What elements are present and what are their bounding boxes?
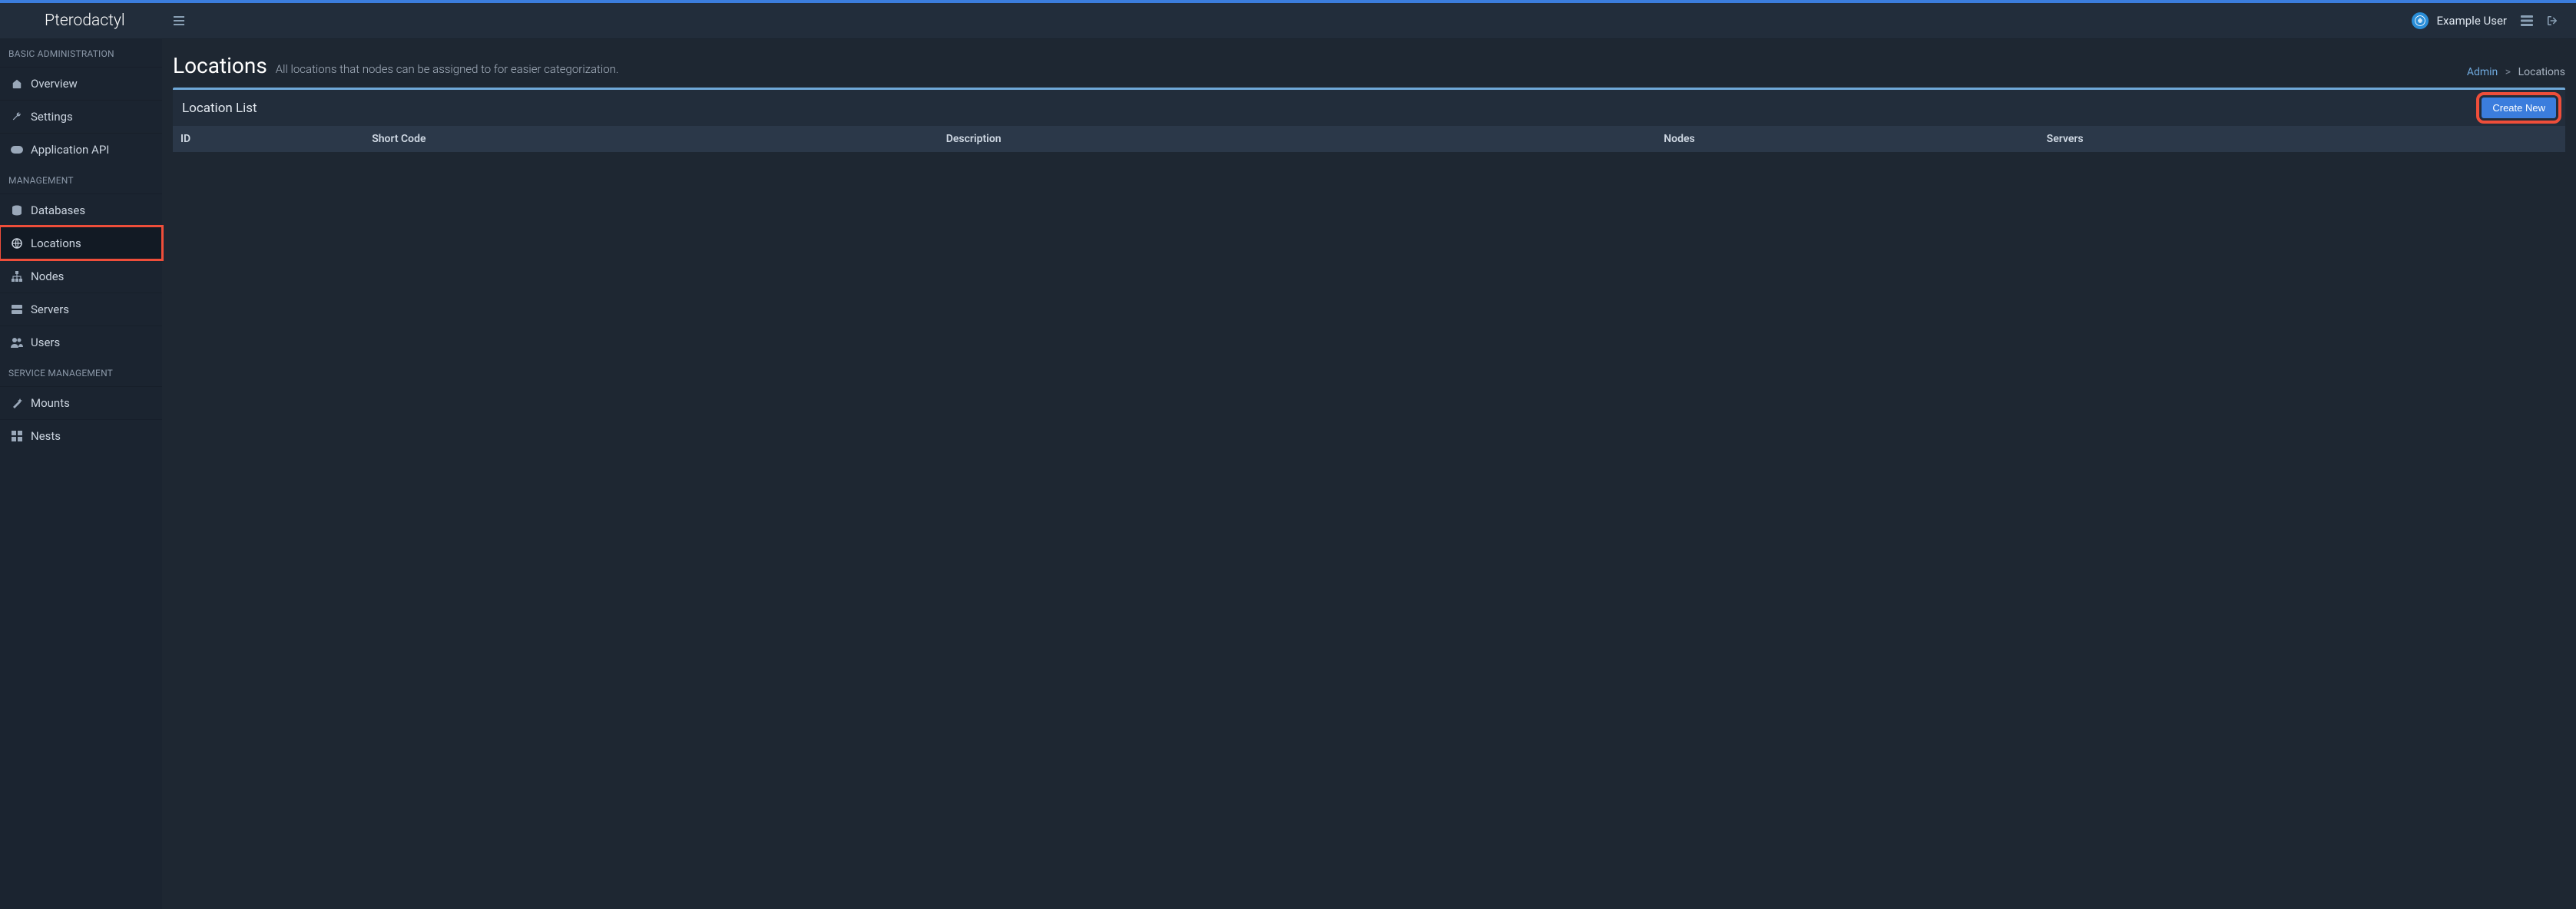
users-icon xyxy=(11,337,23,348)
breadcrumb-separator: > xyxy=(2505,66,2511,78)
sidebar-item-settings[interactable]: Settings xyxy=(0,100,162,133)
layers-icon[interactable] xyxy=(2521,15,2533,26)
location-list-panel: Location List Create New ID Short Code D… xyxy=(173,88,2565,152)
sidebar-item-label: Servers xyxy=(31,302,69,316)
sidebar-item-nodes[interactable]: Nodes xyxy=(0,259,162,293)
locations-table: ID Short Code Description Nodes Servers xyxy=(173,126,2565,152)
th-large-icon xyxy=(11,431,23,441)
server-icon xyxy=(11,304,23,315)
gamepad-icon xyxy=(11,146,23,154)
sidebar-item-label: Locations xyxy=(31,236,81,250)
user-menu[interactable]: Example User xyxy=(2412,12,2507,29)
table-header-row: ID Short Code Description Nodes Servers xyxy=(173,126,2565,152)
brand-area: Pterodactyl xyxy=(0,3,162,38)
avatar xyxy=(2412,12,2429,29)
sidebar-item-users[interactable]: Users xyxy=(0,326,162,359)
sidebar-item-label: Overview xyxy=(31,77,78,91)
sidebar-section-header: MANAGEMENT xyxy=(0,166,162,193)
sidebar-item-label: Nodes xyxy=(31,269,64,283)
sidebar-item-locations[interactable]: Locations xyxy=(0,226,162,259)
column-servers: Servers xyxy=(2039,126,2565,152)
create-new-button[interactable]: Create New xyxy=(2482,98,2556,118)
column-description: Description xyxy=(939,126,1657,152)
sidebar-item-servers[interactable]: Servers xyxy=(0,293,162,326)
page-title: Locations xyxy=(173,53,267,78)
menu-icon xyxy=(174,16,184,25)
breadcrumb-root[interactable]: Admin xyxy=(2467,66,2498,78)
page-subtitle: All locations that nodes can be assigned… xyxy=(276,62,619,76)
sidebar-section-header: BASIC ADMINISTRATION xyxy=(0,39,162,67)
main-content: Locations All locations that nodes can b… xyxy=(162,39,2576,909)
page-title-wrap: Locations All locations that nodes can b… xyxy=(173,53,619,78)
brand-label[interactable]: Pterodactyl xyxy=(45,12,125,30)
sidebar-item-label: Mounts xyxy=(31,396,70,410)
column-id: ID xyxy=(173,126,364,152)
sidebar-item-label: Databases xyxy=(31,203,85,217)
sidebar-item-label: Settings xyxy=(31,110,73,124)
database-icon xyxy=(11,205,23,216)
magic-icon xyxy=(11,398,23,408)
sidebar-item-mounts[interactable]: Mounts xyxy=(0,386,162,419)
column-short-code: Short Code xyxy=(364,126,939,152)
header-right: Example User xyxy=(2412,3,2576,38)
sidebar-item-overview[interactable]: Overview xyxy=(0,67,162,100)
sidebar-section-header: SERVICE MANAGEMENT xyxy=(0,359,162,386)
home-icon xyxy=(11,78,23,89)
sidebar-item-application-api[interactable]: Application API xyxy=(0,133,162,166)
sidebar-item-label: Application API xyxy=(31,143,109,157)
globe-icon xyxy=(11,238,23,249)
panel-title: Location List xyxy=(182,101,257,116)
sign-out-icon[interactable] xyxy=(2547,15,2558,26)
panel-header: Location List Create New xyxy=(173,90,2565,126)
header: Pterodactyl Example User xyxy=(0,3,2576,39)
column-nodes: Nodes xyxy=(1656,126,2038,152)
sitemap-icon xyxy=(11,271,23,282)
username-label: Example User xyxy=(2436,14,2507,28)
sidebar-item-nests[interactable]: Nests xyxy=(0,419,162,452)
wrench-icon xyxy=(11,111,23,122)
sidebar-toggle[interactable] xyxy=(162,3,196,38)
page-header: Locations All locations that nodes can b… xyxy=(173,48,2565,88)
sidebar-item-label: Users xyxy=(31,336,60,349)
breadcrumb-current: Locations xyxy=(2518,66,2565,78)
sidebar-item-databases[interactable]: Databases xyxy=(0,193,162,226)
sidebar-item-label: Nests xyxy=(31,429,61,443)
breadcrumb: Admin > Locations xyxy=(2467,66,2565,78)
sidebar: BASIC ADMINISTRATION Overview Settings A… xyxy=(0,39,162,909)
